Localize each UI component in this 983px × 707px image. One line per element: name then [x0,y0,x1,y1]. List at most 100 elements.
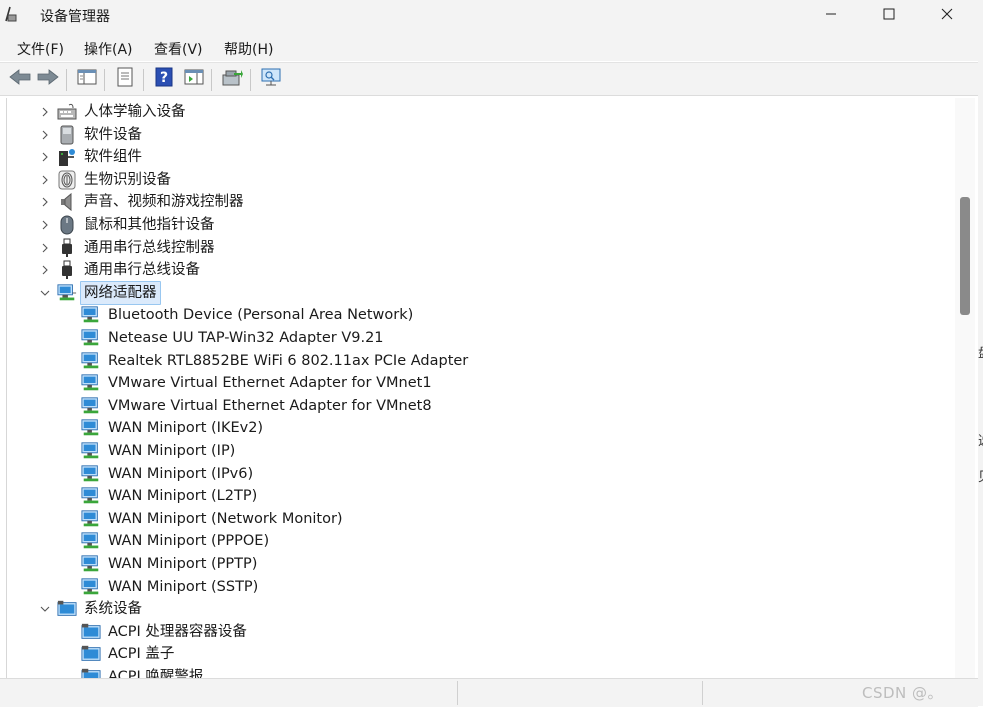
menu-help[interactable]: 帮助(H) [224,39,273,59]
network-adapter-icon [81,373,101,393]
tree-category[interactable]: 人体学输入设备 [7,101,947,123]
minimize-button[interactable] [808,0,854,32]
usb-icon [57,260,77,280]
tree-device[interactable]: Netease UU TAP-Win32 Adapter V9.21 [7,327,947,349]
back-arrow-icon [9,68,31,90]
tree-device[interactable]: Realtek RTL8852BE WiFi 6 802.11ax PCIe A… [7,350,947,372]
device-label: ACPI 盖子 [108,646,175,663]
mouse-icon [57,215,77,235]
toolbar-separator [211,69,212,91]
device-label: ACPI 处理器容器设备 [108,623,247,640]
device-manager-app-icon [2,5,18,25]
tree-device[interactable]: WAN Miniport (L2TP) [7,485,947,507]
svg-text:?: ? [160,70,168,86]
tree-category[interactable]: 软件设备 [7,124,947,146]
tree-category[interactable]: 生物识别设备 [7,169,947,191]
tree-device[interactable]: Bluetooth Device (Personal Area Network) [7,304,947,326]
network-adapter-icon [81,577,101,597]
properties-icon [115,67,135,91]
menu-view[interactable]: 查看(V) [154,39,203,59]
network-adapter-icon [81,509,101,529]
software-device-icon [57,125,77,145]
toolbar: ? [0,62,978,96]
device-tree[interactable]: 人体学输入设备 软件设备软件组件生物识别设备声音、视频和游戏控制器鼠标和其他指针设… [6,98,955,678]
background-glyph: 见 [978,466,983,485]
category-label: 生物识别设备 [84,171,171,188]
category-label: 软件组件 [84,149,142,166]
expand-chevron-icon[interactable] [39,242,51,254]
tree-category[interactable]: 声音、视频和游戏控制器 [7,191,947,213]
expand-chevron-icon[interactable] [39,151,51,163]
tree-device[interactable]: ACPI 唤醒警报 [7,666,947,678]
show-hide-console-tree-button[interactable] [75,67,99,91]
device-label: VMware Virtual Ethernet Adapter for VMne… [108,375,432,392]
tree-category[interactable]: 通用串行总线设备 [7,259,947,281]
tree-device[interactable]: WAN Miniport (IP) [7,440,947,462]
expand-chevron-icon[interactable] [39,174,51,186]
category-label: 网络适配器 [80,280,161,305]
action-pane-icon [184,68,204,90]
device-label: Bluetooth Device (Personal Area Network) [108,307,414,324]
tree-category-system-devices[interactable]: 系统设备 [7,598,947,620]
tree-device[interactable]: WAN Miniport (PPPOE) [7,530,947,552]
device-label: WAN Miniport (PPTP) [108,556,258,572]
close-button[interactable] [924,0,970,32]
action-pane-button[interactable] [182,67,206,91]
network-adapter-icon [81,554,101,574]
tree-device[interactable]: VMware Virtual Ethernet Adapter for VMne… [7,372,947,394]
collapse-chevron-icon[interactable] [39,287,51,299]
tree-device[interactable]: WAN Miniport (SSTP) [7,576,947,598]
console-tree-icon [77,68,97,90]
expand-chevron-icon[interactable] [39,219,51,231]
tree-category[interactable]: 通用串行总线控制器 [7,237,947,259]
tree-device[interactable]: VMware Virtual Ethernet Adapter for VMne… [7,395,947,417]
scan-hardware-button[interactable] [259,67,283,91]
toolbar-separator [104,69,105,91]
expand-chevron-icon[interactable] [39,196,51,208]
expand-chevron-icon[interactable] [39,106,51,118]
collapse-chevron-icon[interactable] [39,603,51,615]
network-icon [57,283,77,303]
tree-device[interactable]: WAN Miniport (IKEv2) [7,417,947,439]
network-adapter-icon [81,351,101,371]
tree-device[interactable]: WAN Miniport (PPTP) [7,553,947,575]
help-button[interactable]: ? [152,67,176,91]
background-window-strip: 盘 选 见 [978,0,983,706]
device-label: WAN Miniport (IP) [108,443,236,459]
monitor-scan-icon [260,67,282,91]
hid-icon [57,102,77,122]
forward-button[interactable] [36,67,60,91]
menu-file[interactable]: 文件(F) [17,39,64,59]
properties-button[interactable] [113,67,137,91]
network-adapter-icon [81,531,101,551]
tree-device[interactable]: WAN Miniport (Network Monitor) [7,508,947,530]
toolbar-separator [250,69,251,91]
vertical-scrollbar[interactable] [955,98,975,678]
speaker-icon [57,192,77,212]
expand-chevron-icon[interactable] [39,129,51,141]
network-adapter-icon [81,396,101,416]
usb-icon [57,238,77,258]
tree-device[interactable]: ACPI 处理器容器设备 [7,621,947,643]
tree-device[interactable]: ACPI 盖子 [7,643,947,665]
tree-device[interactable]: WAN Miniport (IPv6) [7,463,947,485]
menu-action[interactable]: 操作(A) [84,39,133,59]
device-label: WAN Miniport (IKEv2) [108,420,264,437]
back-button[interactable] [8,67,32,91]
tree-category-network-adapters[interactable]: 网络适配器 [7,280,947,305]
category-label: 通用串行总线设备 [84,262,200,279]
scrollbar-thumb[interactable] [960,197,970,315]
system-device-icon [57,599,77,619]
tree-category[interactable]: 鼠标和其他指针设备 [7,214,947,236]
device-label: WAN Miniport (Network Monitor) [108,510,343,527]
tree-category[interactable]: 软件组件 [7,146,947,168]
title-bar[interactable]: 设备管理器 [0,0,978,33]
toolbar-separator [143,69,144,91]
menu-bar: 文件(F) 操作(A) 查看(V) 帮助(H) [0,33,978,61]
minimize-icon [825,8,837,24]
category-label: 鼠标和其他指针设备 [84,217,215,233]
update-driver-button[interactable] [220,67,244,91]
forward-arrow-icon [37,68,59,90]
maximize-button[interactable] [866,0,912,32]
expand-chevron-icon[interactable] [39,264,51,276]
